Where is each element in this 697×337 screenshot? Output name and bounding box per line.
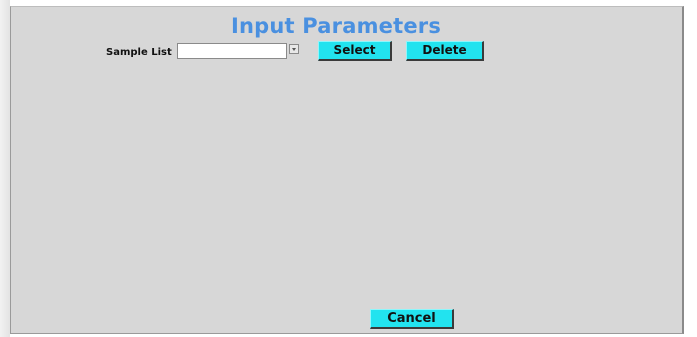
delete-button[interactable]: Delete xyxy=(406,41,484,61)
input-parameters-dialog: Input Parameters Sample List Select Dele… xyxy=(10,6,684,334)
cancel-button[interactable]: Cancel xyxy=(370,309,454,329)
select-button[interactable]: Select xyxy=(318,41,392,61)
sample-list-dropdown[interactable] xyxy=(177,43,287,59)
dialog-title: Input Parameters xyxy=(230,14,442,38)
sample-list-label: Sample List xyxy=(106,47,172,58)
window-left-edge xyxy=(0,0,10,337)
chevron-down-icon[interactable] xyxy=(289,44,299,54)
